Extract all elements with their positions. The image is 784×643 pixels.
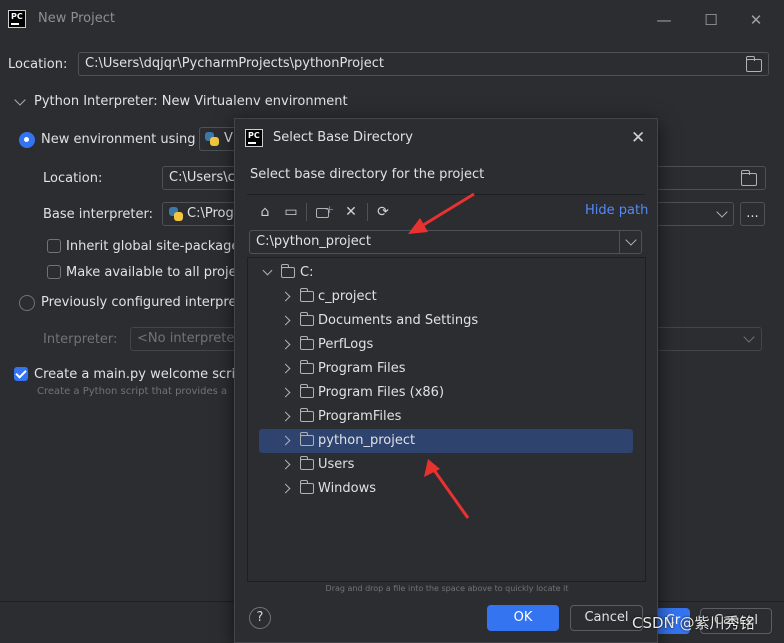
- watermark: CSDN @紫川秀铭: [632, 614, 755, 632]
- tree-item[interactable]: c_project: [248, 285, 645, 309]
- welcome-script-checkbox[interactable]: [14, 367, 28, 381]
- hide-path-link[interactable]: Hide path: [585, 203, 648, 218]
- tree-item[interactable]: PerfLogs: [248, 333, 645, 357]
- interpreter-label: Interpreter:: [43, 332, 118, 347]
- chevron-down-icon: [625, 234, 637, 246]
- pycharm-logo-icon: PC: [8, 10, 26, 28]
- folder-icon: [299, 336, 314, 350]
- collapsed-arrow-icon[interactable]: [280, 291, 291, 302]
- make-available-checkbox[interactable]: [47, 265, 61, 279]
- tree-root[interactable]: C:: [248, 261, 645, 285]
- help-button[interactable]: ?: [249, 607, 271, 629]
- interpreter-select[interactable]: <No interpreter: [130, 327, 242, 351]
- browse-folder-icon[interactable]: [745, 56, 762, 72]
- new-environment-radio[interactable]: [19, 132, 35, 148]
- venv-location-label: Location:: [43, 171, 103, 186]
- folder-icon: [299, 312, 314, 326]
- tree-item-label: ProgramFiles: [318, 409, 402, 424]
- dialog-title: Select Base Directory: [273, 130, 413, 145]
- tree-item[interactable]: Program Files: [248, 357, 645, 381]
- tree-item[interactable]: Windows: [248, 477, 645, 501]
- toolbar-divider: [367, 203, 368, 221]
- python-icon: [169, 207, 183, 221]
- collapsed-arrow-icon[interactable]: [280, 387, 291, 398]
- chevron-down-icon[interactable]: [14, 94, 26, 106]
- desktop-icon[interactable]: ▭: [282, 203, 300, 221]
- dialog-description: Select base directory for the project: [250, 167, 485, 182]
- collapsed-arrow-icon[interactable]: [280, 483, 291, 494]
- inherit-packages-label: Inherit global site-package: [66, 239, 240, 254]
- tree-item-selected[interactable]: python_project: [259, 429, 633, 453]
- previous-interpreter-radio[interactable]: [19, 295, 35, 311]
- environment-tool-value: V: [224, 131, 233, 146]
- collapsed-arrow-icon[interactable]: [280, 411, 291, 422]
- new-environment-label: New environment using: [41, 132, 196, 147]
- close-icon[interactable]: ✕: [744, 8, 768, 32]
- folder-icon: [299, 456, 314, 470]
- python-icon: [205, 132, 219, 146]
- tree-item-label: python_project: [318, 433, 416, 448]
- collapsed-arrow-icon[interactable]: [280, 459, 291, 470]
- folder-icon: [299, 288, 314, 302]
- tree-item[interactable]: Program Files (x86): [248, 381, 645, 405]
- location-input[interactable]: C:\Users\dqjqr\PycharmProjects\pythonPro…: [78, 52, 769, 76]
- close-icon[interactable]: ✕: [631, 128, 645, 148]
- folder-icon: [280, 264, 295, 278]
- tree-item-label: Documents and Settings: [318, 313, 479, 328]
- ok-button[interactable]: OK: [487, 605, 559, 631]
- browse-venv-folder-icon[interactable]: [740, 170, 757, 186]
- more-button[interactable]: ...: [740, 202, 765, 226]
- tree-item-label: c_project: [318, 289, 377, 304]
- home-icon[interactable]: ⌂: [256, 203, 274, 221]
- inherit-packages-checkbox[interactable]: [47, 239, 61, 253]
- window-title: New Project: [38, 11, 115, 26]
- new-folder-icon[interactable]: +: [315, 203, 334, 221]
- refresh-icon[interactable]: ⟳: [374, 203, 392, 221]
- previous-interpreter-label: Previously configured interpre: [41, 295, 237, 310]
- path-input[interactable]: C:\python_project: [249, 230, 642, 254]
- folder-icon: [299, 432, 314, 446]
- divider: [247, 194, 645, 195]
- make-available-label: Make available to all projec: [66, 265, 244, 280]
- toolbar-divider: [306, 203, 307, 221]
- tree-root-label: C:: [300, 265, 314, 280]
- folder-icon: [299, 408, 314, 422]
- drag-drop-hint: Drag and drop a file into the space abov…: [325, 584, 569, 593]
- select-directory-dialog: PC Select Base Directory ✕ Select base d…: [234, 118, 658, 643]
- collapsed-arrow-icon[interactable]: [280, 315, 291, 326]
- directory-tree[interactable]: C: c_project Documents and Settings Perf…: [247, 257, 646, 582]
- welcome-script-hint: Create a Python script that provides a: [37, 386, 228, 397]
- tree-item-label: Program Files: [318, 361, 406, 376]
- collapsed-arrow-icon[interactable]: [280, 363, 291, 374]
- pycharm-logo-icon: PC: [245, 129, 263, 147]
- base-interpreter-label: Base interpreter:: [43, 207, 153, 222]
- venv-location-input[interactable]: C:\Users\c: [162, 166, 242, 190]
- tree-item[interactable]: Users: [248, 453, 645, 477]
- window-titlebar: PC New Project — ☐ ✕: [0, 0, 784, 40]
- location-label: Location:: [8, 57, 68, 72]
- tree-item-label: Users: [318, 457, 355, 472]
- tree-item-label: PerfLogs: [318, 337, 374, 352]
- folder-icon: [299, 360, 314, 374]
- folder-icon: [299, 480, 314, 494]
- expanded-arrow-icon[interactable]: [262, 265, 273, 276]
- interpreter-section-title[interactable]: Python Interpreter: New Virtualenv envir…: [34, 94, 348, 109]
- path-history-dropdown[interactable]: [619, 231, 641, 253]
- delete-icon[interactable]: ✕: [342, 203, 360, 221]
- maximize-icon[interactable]: ☐: [699, 8, 723, 32]
- tree-item-label: Windows: [318, 481, 377, 496]
- tree-item[interactable]: ProgramFiles: [248, 405, 645, 429]
- welcome-script-label: Create a main.py welcome scrip: [34, 367, 244, 382]
- collapsed-arrow-icon[interactable]: [280, 339, 291, 350]
- folder-icon: [299, 384, 314, 398]
- tree-item[interactable]: Documents and Settings: [248, 309, 645, 333]
- collapsed-arrow-icon[interactable]: [280, 435, 291, 446]
- tree-item-label: Program Files (x86): [318, 385, 445, 400]
- minimize-icon[interactable]: —: [652, 8, 676, 32]
